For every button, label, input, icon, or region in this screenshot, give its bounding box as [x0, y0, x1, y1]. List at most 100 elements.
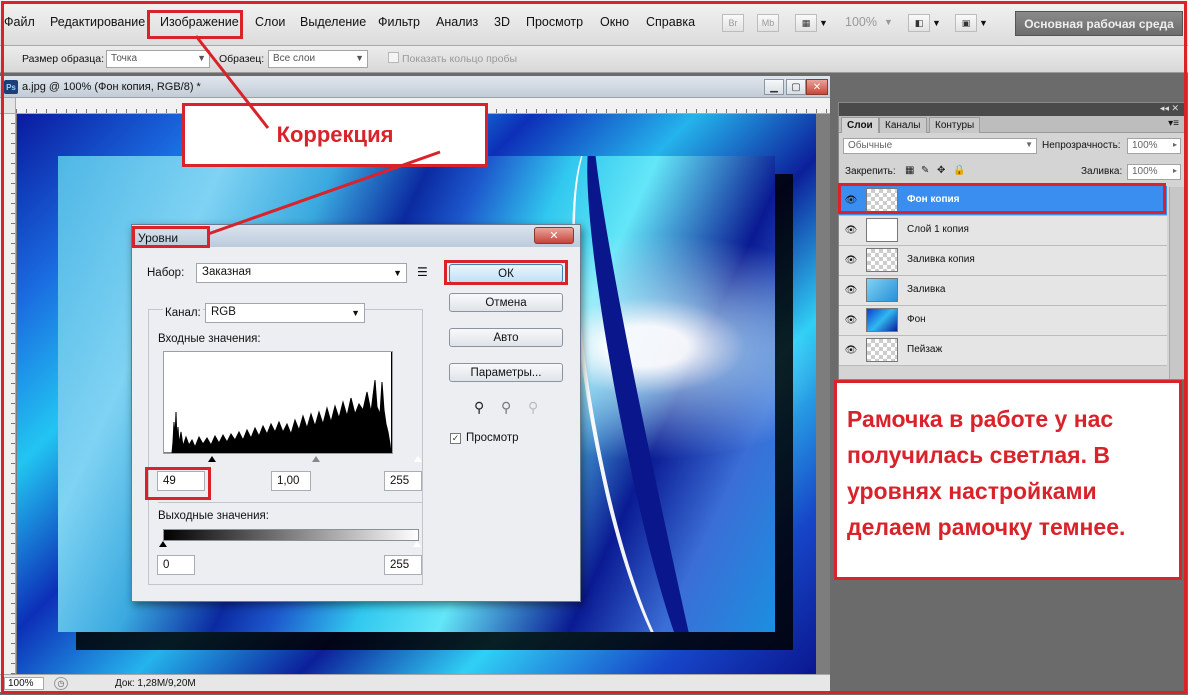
eye-icon[interactable]: 👁: [844, 224, 858, 236]
input-values-label: Входные значения:: [158, 333, 261, 345]
eye-icon[interactable]: 👁: [844, 314, 858, 326]
ruler-corner[interactable]: [0, 98, 16, 114]
menu-help[interactable]: Справка: [646, 15, 695, 29]
arrange-documents-button[interactable]: ◧ ▼: [908, 12, 941, 34]
layer-row[interactable]: 👁 Фон копия: [839, 186, 1167, 216]
lock-all-icon[interactable]: 🔒: [953, 165, 965, 176]
note-callout: Рамочка в работе у нас получилась светла…: [834, 380, 1182, 580]
black-eyedropper-icon[interactable]: ⚲: [474, 399, 484, 416]
layer-name: Пейзаж: [907, 344, 943, 355]
layer-row[interactable]: 👁 Фон: [839, 306, 1167, 336]
chevron-down-icon: ▼: [351, 308, 360, 318]
options-button[interactable]: Параметры...: [449, 363, 563, 382]
bridge-button[interactable]: Br: [722, 12, 744, 34]
menu-select[interactable]: Выделение: [300, 15, 366, 29]
show-ring-checkbox[interactable]: [388, 52, 399, 63]
output-white-field[interactable]: 255: [384, 555, 422, 575]
menu-view[interactable]: Просмотр: [526, 15, 583, 29]
input-levels-slider[interactable]: [163, 456, 422, 466]
document-titlebar[interactable]: Ps a.jpg @ 100% (Фон копия, RGB/8) * ▁ ▢…: [0, 76, 830, 98]
menu-layers[interactable]: Слои: [255, 15, 285, 29]
menu-window[interactable]: Окно: [600, 15, 629, 29]
workspace-button[interactable]: Основная рабочая среда: [1015, 11, 1183, 36]
tab-layers[interactable]: Слои: [841, 117, 879, 133]
zoom-level[interactable]: 100%: [845, 15, 877, 29]
chevron-down-icon: ▼: [979, 18, 988, 28]
vertical-ruler[interactable]: [0, 114, 16, 674]
menu-3d[interactable]: 3D: [494, 15, 510, 29]
input-white-thumb[interactable]: [414, 456, 422, 462]
output-black-field[interactable]: 0: [157, 555, 195, 575]
arrange-icon: ◧: [908, 14, 930, 32]
layer-thumbnail: [866, 278, 898, 302]
input-gamma-field[interactable]: 1,00: [271, 471, 311, 491]
cancel-button[interactable]: Отмена: [449, 293, 563, 312]
opacity-field[interactable]: 100% ▸: [1127, 138, 1181, 154]
lock-pixels-icon[interactable]: ✎: [921, 165, 929, 176]
preset-options-icon[interactable]: ☰: [417, 265, 428, 279]
screen-mode-button[interactable]: ▣ ▼: [955, 12, 988, 34]
status-zoom-field[interactable]: 100%: [4, 677, 44, 690]
input-black-thumb[interactable]: [208, 456, 216, 462]
minibridge-button[interactable]: Mb: [757, 12, 779, 34]
panel-tabs: Слои Каналы Контуры ▾≡: [839, 116, 1185, 133]
blend-mode-select[interactable]: Обычные ▼: [843, 138, 1037, 154]
input-black-field[interactable]: 49: [157, 471, 205, 491]
white-eyedropper-icon[interactable]: ⚲: [528, 399, 538, 416]
input-gamma-thumb[interactable]: [312, 456, 320, 462]
layer-row[interactable]: 👁 Заливка копия: [839, 246, 1167, 276]
show-ring-label: Показать кольцо пробы: [402, 53, 518, 65]
layer-name: Заливка копия: [907, 254, 975, 265]
sample-size-select[interactable]: Точка ▼: [106, 50, 210, 68]
preset-select[interactable]: Заказная ▼: [196, 263, 407, 283]
status-info-icon[interactable]: ◷: [54, 677, 68, 690]
view-extras-button[interactable]: ▦ ▼: [795, 12, 828, 34]
auto-button[interactable]: Авто: [449, 328, 563, 347]
levels-close-button[interactable]: ✕: [534, 227, 574, 244]
eye-icon[interactable]: 👁: [844, 254, 858, 266]
layer-name: Фон копия: [907, 194, 960, 205]
eye-icon[interactable]: 👁: [844, 344, 858, 356]
lock-position-icon[interactable]: ✥: [937, 165, 945, 176]
eye-icon[interactable]: 👁: [844, 194, 858, 206]
menu-edit[interactable]: Редактирование: [50, 15, 145, 29]
layers-scrollbar[interactable]: [1169, 187, 1185, 379]
layer-thumbnail: [866, 338, 898, 362]
input-white-field[interactable]: 255: [384, 471, 422, 491]
chevron-down-icon: ▼: [393, 268, 402, 278]
sample-size-label: Размер образца:: [22, 53, 105, 65]
maximize-icon: ▢: [791, 81, 801, 93]
output-levels-slider[interactable]: [159, 541, 421, 551]
sample-select[interactable]: Все слои ▼: [268, 50, 368, 68]
opacity-label: Непрозрачность:: [1042, 140, 1121, 151]
sample-label: Образец:: [219, 53, 265, 65]
output-white-thumb[interactable]: [413, 541, 421, 547]
layer-row[interactable]: 👁 Заливка: [839, 276, 1167, 306]
output-black-thumb[interactable]: [159, 541, 167, 547]
maximize-button[interactable]: ▢: [786, 79, 806, 95]
menu-file[interactable]: Файл: [4, 15, 35, 29]
levels-titlebar[interactable]: Уровни ✕: [132, 225, 580, 247]
minimize-button[interactable]: ▁: [764, 79, 784, 95]
panel-header[interactable]: ◂◂ ✕: [839, 103, 1185, 116]
gray-eyedropper-icon[interactable]: ⚲: [501, 399, 511, 416]
preview-label: Просмотр: [466, 432, 519, 444]
menu-image[interactable]: Изображение: [160, 15, 239, 29]
layer-row[interactable]: 👁 Слой 1 копия: [839, 216, 1167, 246]
panel-menu-icon[interactable]: ▾≡: [1168, 118, 1179, 129]
channel-select[interactable]: RGB ▼: [205, 303, 365, 323]
ok-button[interactable]: ОК: [449, 264, 563, 283]
chevron-right-icon: ▸: [1172, 140, 1177, 149]
tab-channels[interactable]: Каналы: [879, 117, 927, 133]
menu-analysis[interactable]: Анализ: [436, 15, 478, 29]
collapse-icon[interactable]: ◂◂ ✕: [1160, 103, 1179, 114]
layer-row[interactable]: 👁 Пейзаж: [839, 336, 1167, 366]
preview-checkbox[interactable]: ✓: [450, 433, 461, 444]
lock-transparency-icon[interactable]: ▦: [905, 165, 914, 176]
layer-thumbnail: [866, 188, 898, 212]
eye-icon[interactable]: 👁: [844, 284, 858, 296]
menu-filter[interactable]: Фильтр: [378, 15, 420, 29]
fill-field[interactable]: 100% ▸: [1127, 164, 1181, 180]
tab-paths[interactable]: Контуры: [929, 117, 981, 133]
close-button[interactable]: ✕: [806, 79, 828, 95]
